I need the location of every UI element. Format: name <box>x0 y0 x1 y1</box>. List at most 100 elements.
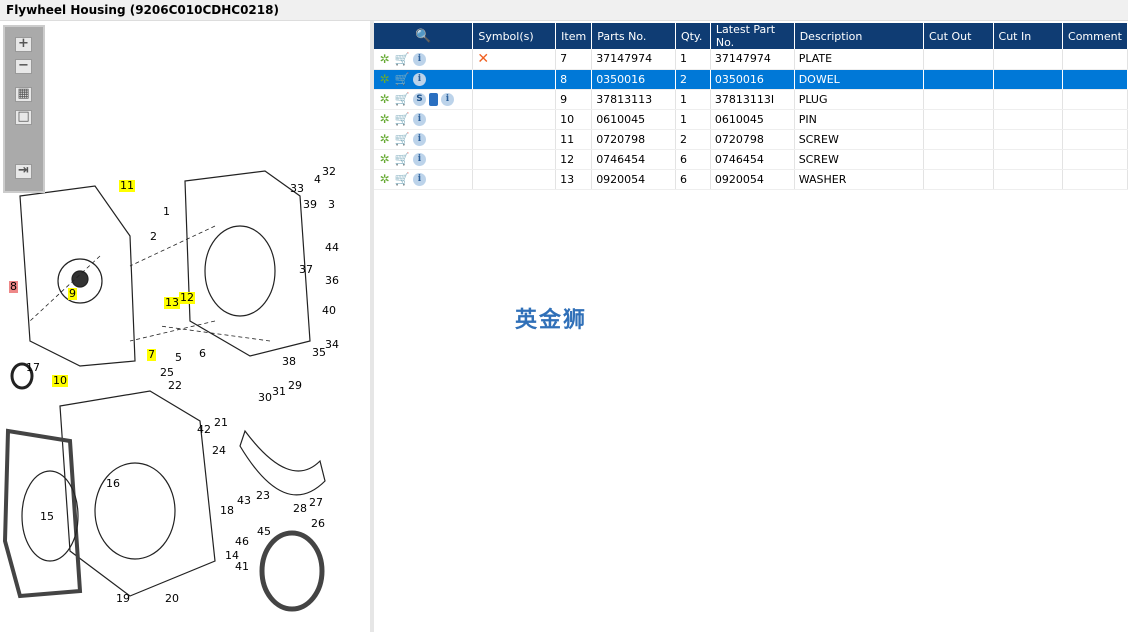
callout-37[interactable]: 37 <box>298 264 314 276</box>
comment-cell <box>1062 89 1128 110</box>
zoom-out-button[interactable]: − <box>15 59 32 74</box>
table-row[interactable]: ✲ 🛒 i 12 0746454 6 0746454 SCREW <box>374 149 1128 170</box>
callout-17[interactable]: 17 <box>25 362 41 374</box>
table-row[interactable]: ✲ 🛒 i 8 0350016 2 0350016 DOWEL <box>374 69 1128 90</box>
column-header[interactable]: Comment <box>1062 23 1128 49</box>
settings-icon[interactable]: ✲ <box>378 132 391 146</box>
qty-cell: 2 <box>675 69 711 90</box>
callout-6[interactable]: 6 <box>198 348 207 360</box>
callout-45[interactable]: 45 <box>256 526 272 538</box>
actual-size-button[interactable]: □ <box>15 110 32 125</box>
callout-22[interactable]: 22 <box>167 380 183 392</box>
callout-5[interactable]: 5 <box>174 352 183 364</box>
info-icon[interactable]: i <box>413 112 426 126</box>
callout-18[interactable]: 18 <box>219 505 235 517</box>
callout-44[interactable]: 44 <box>324 242 340 254</box>
info-icon[interactable]: i <box>413 72 426 86</box>
diagram-panel[interactable]: 11 1 2 8 9 13 12 7 5 6 38 35 34 40 36 37 44 3 39 4 32 33 10 25 1… <box>0 21 370 632</box>
callout-2[interactable]: 2 <box>149 231 158 243</box>
cart-icon[interactable]: 🛒 <box>394 152 410 166</box>
callout-23[interactable]: 23 <box>255 490 271 502</box>
column-header[interactable]: Qty. <box>675 23 711 49</box>
manual-icon[interactable] <box>429 92 438 106</box>
callout-20[interactable]: 20 <box>164 593 180 605</box>
settings-icon[interactable]: ✲ <box>378 72 391 86</box>
callout-9[interactable]: 9 <box>68 288 77 300</box>
export-panel-button[interactable]: ⇥ <box>15 164 32 179</box>
parts-table: 🔍 Symbol(s) Item Parts No. Qty. Latest Part N… <box>374 23 1128 190</box>
comment-cell <box>1062 129 1128 150</box>
info-icon[interactable]: i <box>413 132 426 146</box>
callout-11[interactable]: 11 <box>119 180 135 192</box>
callout-40[interactable]: 40 <box>321 305 337 317</box>
column-header[interactable]: Description <box>794 23 925 49</box>
row-actions: ✲ 🛒 i <box>374 69 474 90</box>
callout-41[interactable]: 41 <box>234 561 250 573</box>
callout-46[interactable]: 46 <box>234 536 250 548</box>
cart-icon[interactable]: 🛒 <box>394 132 410 146</box>
callout-3[interactable]: 3 <box>327 199 336 211</box>
search-column-header[interactable]: 🔍 <box>374 23 474 49</box>
callout-7[interactable]: 7 <box>147 349 156 361</box>
callout-28[interactable]: 28 <box>292 503 308 515</box>
settings-icon[interactable]: ✲ <box>378 92 391 106</box>
callout-42[interactable]: 42 <box>196 424 212 436</box>
description-cell: DOWEL <box>794 69 925 90</box>
callout-33[interactable]: 33 <box>289 183 305 195</box>
table-row[interactable]: ✲ 🛒 i 10 0610045 1 0610045 PIN <box>374 109 1128 130</box>
cart-icon[interactable]: 🛒 <box>394 52 410 66</box>
callout-8[interactable]: 8 <box>9 281 18 293</box>
callout-27[interactable]: 27 <box>308 497 324 509</box>
callout-26[interactable]: 26 <box>310 518 326 530</box>
cart-icon[interactable]: 🛒 <box>394 92 410 106</box>
callout-31[interactable]: 31 <box>271 386 287 398</box>
callout-39[interactable]: 39 <box>302 199 318 211</box>
callout-29[interactable]: 29 <box>287 380 303 392</box>
callout-15[interactable]: 15 <box>39 511 55 523</box>
callout-12[interactable]: 12 <box>179 292 195 304</box>
info-icon[interactable]: i <box>413 152 426 166</box>
table-row[interactable]: ✲ 🛒 i 11 0720798 2 0720798 SCREW <box>374 129 1128 150</box>
callout-34[interactable]: 34 <box>324 339 340 351</box>
column-header[interactable]: Cut In <box>993 23 1064 49</box>
column-header[interactable]: Cut Out <box>923 23 994 49</box>
column-header[interactable]: Latest Part No. <box>710 23 795 49</box>
table-row[interactable]: ✲ 🛒 i ✕ 7 37147974 1 37147974 PLATE <box>374 49 1128 70</box>
settings-icon[interactable]: ✲ <box>378 172 391 186</box>
callout-19[interactable]: 19 <box>115 593 131 605</box>
callout-43[interactable]: 43 <box>236 495 252 507</box>
settings-icon[interactable]: ✲ <box>378 52 391 66</box>
callout-13[interactable]: 13 <box>164 297 180 309</box>
callout-16[interactable]: 16 <box>105 478 121 490</box>
item-cell: 7 <box>555 49 593 70</box>
callout-10[interactable]: 10 <box>52 375 68 387</box>
callout-30[interactable]: 30 <box>257 392 273 404</box>
cart-icon[interactable]: 🛒 <box>394 112 410 126</box>
callout-36[interactable]: 36 <box>324 275 340 287</box>
callout-25[interactable]: 25 <box>159 367 175 379</box>
table-row[interactable]: ✲ 🛒 i 13 0920054 6 0920054 WASHER <box>374 169 1128 190</box>
cart-icon[interactable]: 🛒 <box>394 172 410 186</box>
discontinued-icon <box>472 69 557 90</box>
search-icon[interactable]: 🔍 <box>415 29 431 44</box>
callout-24[interactable]: 24 <box>211 445 227 457</box>
table-row[interactable]: ✲ 🛒 Si 9 37813113 1 37813113I PLUG <box>374 89 1128 110</box>
fit-to-window-button[interactable]: ▦ <box>15 87 32 102</box>
info-icon[interactable]: i <box>441 92 454 106</box>
callout-21[interactable]: 21 <box>213 417 229 429</box>
cart-icon[interactable]: 🛒 <box>394 72 410 86</box>
settings-icon[interactable]: ✲ <box>378 152 391 166</box>
supersession-icon[interactable]: S <box>413 92 426 106</box>
info-icon[interactable]: i <box>413 172 426 186</box>
callout-32[interactable]: 32 <box>321 166 337 178</box>
zoom-in-button[interactable]: + <box>15 37 32 52</box>
column-header[interactable]: Item <box>555 23 593 49</box>
comment-cell <box>1062 169 1128 190</box>
column-header[interactable]: Symbol(s) <box>472 23 557 49</box>
part-number-cell: 0920054 <box>591 169 676 190</box>
info-icon[interactable]: i <box>413 52 426 66</box>
callout-1[interactable]: 1 <box>162 206 171 218</box>
column-header[interactable]: Parts No. <box>591 23 676 49</box>
callout-38[interactable]: 38 <box>281 356 297 368</box>
settings-icon[interactable]: ✲ <box>378 112 391 126</box>
